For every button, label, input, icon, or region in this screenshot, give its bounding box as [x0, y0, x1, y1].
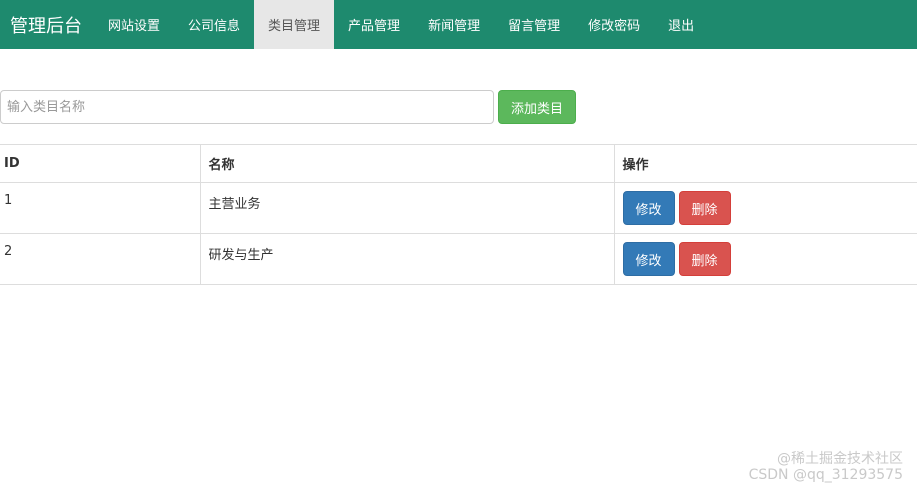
- delete-button[interactable]: 删除: [678, 242, 731, 276]
- brand-title[interactable]: 管理后台: [0, 0, 94, 49]
- nav-item-product-management[interactable]: 产品管理: [334, 0, 414, 49]
- watermark-line-1: @稀土掘金技术社区: [777, 451, 903, 467]
- cell-name: 研发与生产: [199, 233, 614, 285]
- delete-button[interactable]: 删除: [678, 191, 731, 225]
- nav-item-change-password[interactable]: 修改密码: [574, 0, 654, 49]
- header-id: ID: [0, 144, 200, 183]
- nav-item-site-settings[interactable]: 网站设置: [94, 0, 174, 49]
- watermark-line-2: CSDN @qq_31293575: [748, 467, 903, 483]
- nav-item-category-management[interactable]: 类目管理: [254, 0, 335, 49]
- top-navbar: 管理后台 网站设置 公司信息 类目管理 产品管理 新闻管理 留言管理 修改密码 …: [0, 0, 917, 49]
- watermark: @稀土掘金技术社区 CSDN @qq_31293575: [749, 451, 903, 483]
- header-name: 名称: [199, 144, 614, 183]
- header-actions: 操作: [613, 144, 917, 183]
- cell-name: 主营业务: [199, 182, 614, 234]
- nav-item-logout[interactable]: 退出: [654, 0, 708, 49]
- table-row: 1 主营业务 修改 删除: [0, 182, 917, 234]
- table-header-row: ID 名称 操作: [0, 144, 917, 183]
- edit-button[interactable]: 修改: [622, 191, 675, 225]
- category-toolbar: 添加类目: [0, 90, 577, 124]
- cell-actions: 修改 删除: [613, 233, 917, 285]
- add-category-button[interactable]: 添加类目: [498, 90, 577, 124]
- nav-item-news-management[interactable]: 新闻管理: [414, 0, 494, 49]
- nav-item-message-management[interactable]: 留言管理: [494, 0, 574, 49]
- category-name-input[interactable]: [0, 90, 494, 124]
- cell-actions: 修改 删除: [613, 182, 917, 234]
- edit-button[interactable]: 修改: [622, 242, 675, 276]
- nav-item-company-info[interactable]: 公司信息: [174, 0, 254, 49]
- cell-id: 1: [0, 182, 200, 234]
- table-row: 2 研发与生产 修改 删除: [0, 233, 917, 285]
- category-table: ID 名称 操作 1 主营业务 修改 删除 2 研发与生产 修改 删除: [0, 144, 917, 285]
- cell-id: 2: [0, 233, 200, 285]
